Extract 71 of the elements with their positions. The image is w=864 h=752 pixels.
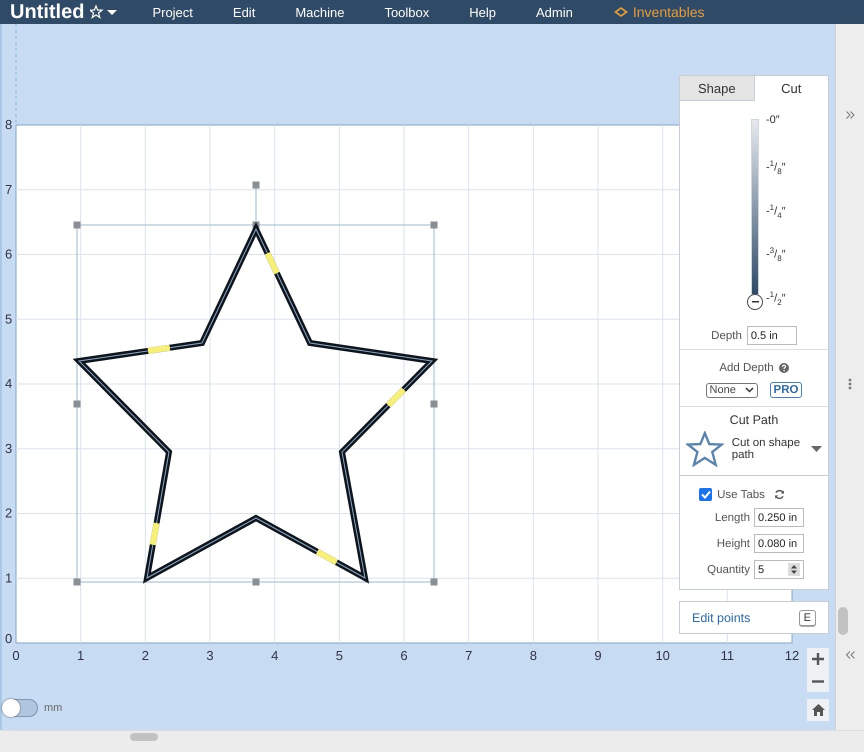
menu-item[interactable]: Admin — [536, 4, 573, 20]
menu-item[interactable]: Machine — [295, 4, 344, 20]
menu-item[interactable]: Project — [152, 4, 193, 20]
chevron-icon — [744, 387, 754, 393]
axis-label: 12 — [784, 648, 800, 663]
axis-label: 6 — [400, 648, 408, 663]
horizontal-scrollbar[interactable] — [130, 733, 158, 741]
value-field[interactable]: 0.250 in — [754, 508, 804, 527]
menu-item[interactable]: Edit — [232, 4, 256, 20]
panel-tab[interactable]: Shape — [680, 76, 754, 101]
add-depth-label: Add Depth — [719, 362, 774, 374]
zoom-out-button[interactable] — [807, 670, 829, 692]
slider-thumb[interactable] — [747, 294, 763, 310]
value-field[interactable]: 5 — [754, 560, 804, 579]
axis-label: 0 — [12, 648, 20, 663]
units-label: mm — [44, 702, 62, 714]
refresh-icon[interactable] — [774, 489, 785, 500]
axis-label: 9 — [594, 648, 602, 663]
zoom-in-button[interactable] — [807, 648, 829, 670]
collapse-icon[interactable] — [846, 651, 856, 659]
spinner-icon[interactable] — [788, 563, 800, 576]
vertical-scrollbar[interactable] — [838, 607, 848, 635]
field-label: Quantity — [707, 564, 750, 576]
more-icon[interactable] — [848, 378, 852, 390]
axis-label: 3 — [5, 440, 12, 456]
edit-points-link[interactable]: Edit points — [692, 610, 750, 624]
axis-label: 6 — [5, 246, 12, 262]
pro-badge[interactable]: PRO — [770, 382, 802, 398]
star-caret-icon[interactable] — [90, 5, 118, 19]
depth-field[interactable]: 0.5 in — [746, 326, 797, 345]
expand-icon[interactable] — [846, 111, 856, 119]
use-tabs-checkbox[interactable] — [699, 488, 712, 501]
plus-icon — [812, 653, 824, 665]
axis-label: 10 — [655, 648, 670, 663]
field-label: Height — [716, 538, 750, 550]
document-title[interactable]: Untitled — [10, 0, 84, 24]
axis-label: 5 — [336, 648, 343, 663]
depth-label: Depth — [711, 330, 742, 342]
help-icon[interactable] — [778, 363, 789, 373]
axis-label: 2 — [5, 506, 12, 520]
axis-label: 7 — [465, 648, 472, 663]
axis-label: 3 — [206, 648, 214, 663]
axis-label: 2 — [142, 648, 149, 663]
axis-label: 1 — [77, 648, 84, 663]
field-label: Length — [714, 512, 750, 524]
home-button[interactable] — [807, 699, 829, 721]
menu-item[interactable]: Toolbox — [384, 4, 430, 20]
dropdown-caret-icon[interactable] — [811, 446, 822, 452]
units-toggle[interactable] — [2, 699, 38, 717]
cut-path-title: Cut Path — [728, 413, 780, 427]
menu-item[interactable]: Help — [469, 4, 496, 20]
shortcut-key: E — [798, 610, 816, 626]
logo-icon — [612, 5, 629, 19]
star-icon — [686, 431, 724, 467]
axis-label: 0 — [5, 631, 12, 646]
axis-label: 7 — [5, 182, 12, 197]
axis-label: 5 — [5, 311, 12, 326]
axis-label: 8 — [530, 648, 537, 663]
axis-label: 8 — [5, 117, 12, 132]
value-field[interactable]: 0.080 in — [754, 534, 804, 553]
brand-link[interactable]: Inventables — [632, 4, 704, 20]
axis-label: 4 — [271, 648, 278, 663]
cut-path-option[interactable]: Cut on shape path — [732, 437, 804, 461]
use-tabs-label: Use Tabs — [717, 488, 765, 500]
axis-label: 1 — [5, 570, 12, 586]
depth-mark: -0″ — [766, 113, 781, 127]
minus-icon — [812, 680, 824, 682]
axis-label: 4 — [5, 376, 12, 391]
axis-label: 11 — [720, 648, 734, 663]
home-icon — [812, 704, 824, 716]
add-depth-select[interactable]: None — [706, 382, 758, 398]
